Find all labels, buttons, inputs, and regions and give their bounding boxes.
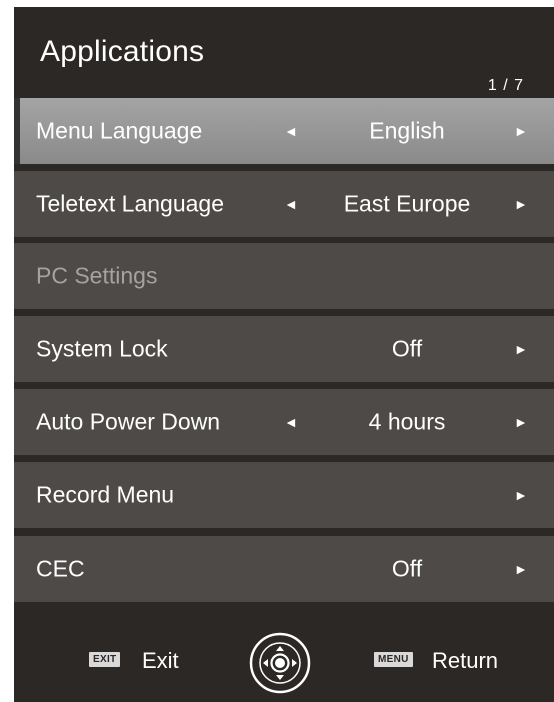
menu-item-menu-language[interactable]: Menu Language ◄ English ► [14,98,554,164]
right-arrow-icon[interactable]: ► [514,124,528,138]
left-arrow-icon[interactable]: ◄ [284,124,298,138]
page-indicator: 1 / 7 [487,77,524,94]
right-arrow-icon[interactable]: ► [514,415,528,429]
right-arrow-icon[interactable]: ► [514,197,528,211]
right-arrow-icon[interactable]: ► [514,562,528,576]
menu-item-label: Record Menu [36,481,175,508]
menu-key-badge: MENU [374,652,413,667]
left-arrow-icon[interactable]: ◄ [284,415,298,429]
menu-item-label: CEC [36,555,85,582]
menu-item-label: Auto Power Down [36,408,221,435]
menu-footer: EXIT Exit MENU Return [14,612,554,702]
menu-item-system-lock[interactable]: System Lock Off ► [14,316,554,382]
menu-item-label: PC Settings [36,262,158,289]
menu-item-teletext-language[interactable]: Teletext Language ◄ East Europe ► [14,171,554,237]
menu-item-value: Off [391,555,423,582]
right-arrow-icon[interactable]: ► [514,488,528,502]
menu-item-value: English [369,117,445,144]
left-arrow-icon[interactable]: ◄ [284,197,298,211]
menu-item-pc-settings: PC Settings [14,243,554,309]
menu-header: Applications 1 / 7 [14,7,554,98]
applications-menu: Applications 1 / 7 Menu Language ◄ Engli… [14,7,554,702]
menu-item-auto-power-down[interactable]: Auto Power Down ◄ 4 hours ► [14,389,554,455]
menu-item-cec[interactable]: CEC Off ► [14,536,554,602]
menu-item-label: System Lock [36,335,168,362]
menu-item-record-menu[interactable]: Record Menu ► [14,462,554,528]
menu-item-label: Menu Language [36,117,203,144]
menu-item-value: 4 hours [368,408,446,435]
menu-title: Applications [40,35,205,68]
right-arrow-icon[interactable]: ► [514,342,528,356]
menu-item-value: East Europe [343,190,471,217]
navigation-pad-icon [249,632,311,694]
exit-button[interactable]: Exit [142,648,179,674]
return-button[interactable]: Return [432,648,498,674]
exit-key-badge: EXIT [89,652,121,667]
menu-item-value: Off [391,335,423,362]
menu-item-label: Teletext Language [36,190,224,217]
